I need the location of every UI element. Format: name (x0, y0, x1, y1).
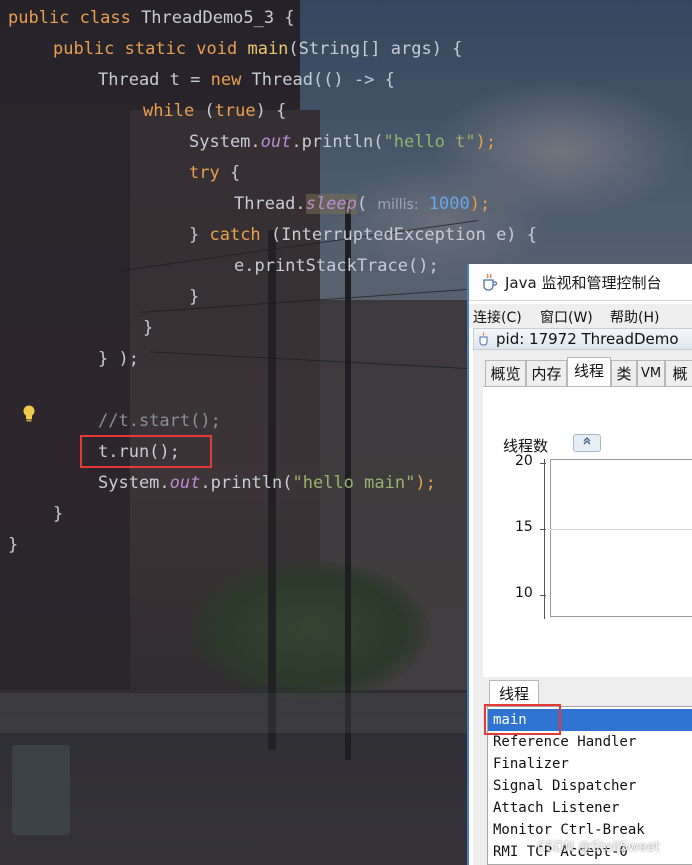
tab-overview[interactable]: 概览 (485, 360, 526, 386)
highlight-box-run-call (80, 435, 212, 468)
code-line-6: try { (189, 163, 241, 183)
y-tick-mark (540, 463, 546, 464)
collapse-chart-button[interactable] (573, 434, 601, 452)
code-line-12: } ); (98, 349, 139, 369)
thread-item[interactable]: Attach Listener (488, 797, 692, 819)
plot-area (550, 459, 692, 617)
y-axis (544, 459, 545, 619)
tab-mbeans[interactable]: 概 (665, 360, 692, 386)
menu-help[interactable]: 帮助(H) (610, 307, 659, 327)
y-tick-mark (540, 595, 546, 596)
window-titlebar[interactable]: Java 监视和管理控制台 (469, 264, 692, 301)
threads-list-tab[interactable]: 线程 (489, 680, 539, 706)
parameter-hint: millis: (377, 197, 419, 213)
highlight-box-main-thread (484, 704, 561, 735)
window-title: Java 监视和管理控制台 (505, 274, 662, 292)
code-line-10: } (189, 287, 200, 307)
code-line-13: //t.start(); (98, 411, 221, 431)
java-cup-icon (479, 332, 488, 346)
code-line-15: System.out.println("hello main"); (98, 473, 436, 493)
code-line-11: } (143, 318, 154, 338)
chevron-up-icon (583, 437, 591, 445)
code-line-1: public class ThreadDemo5_3 { (8, 8, 295, 28)
code-line-8: } catch (InterruptedException e) { (189, 225, 538, 245)
tab-vm-summary[interactable]: VM (637, 360, 665, 386)
y-tick-label: 20 (515, 453, 533, 469)
watermark: CSDN @StoilSweet (537, 840, 660, 855)
code-line-16: } (53, 504, 64, 524)
thread-item[interactable]: Signal Dispatcher (488, 775, 692, 797)
java-cup-icon (483, 273, 497, 291)
thread-count-chart: 20 15 10 (493, 453, 692, 669)
connection-frame-title[interactable]: pid: 17972 ThreadDemo (473, 328, 692, 350)
menu-window[interactable]: 窗口(W) (540, 307, 593, 327)
code-line-7: Thread.sleep( millis: 1000); (234, 194, 491, 214)
thread-item[interactable]: Finalizer (488, 753, 692, 775)
menu-connection[interactable]: 连接(C) (473, 307, 522, 327)
code-line-3: Thread t = new Thread(() -> { (98, 70, 395, 90)
code-line-4: while (true) { (143, 101, 287, 121)
y-tick-mark (540, 529, 546, 530)
jconsole-window[interactable]: Java 监视和管理控制台 连接(C) 窗口(W) 帮助(H) pid: 179… (467, 264, 692, 865)
y-tick-label: 15 (515, 519, 533, 535)
thread-item[interactable]: Monitor Ctrl-Break (488, 819, 692, 841)
y-tick-label: 10 (515, 585, 533, 601)
threads-tab-content: 线程数 20 15 10 (483, 386, 692, 677)
tab-memory[interactable]: 内存 (526, 360, 567, 386)
lightbulb-icon[interactable] (22, 405, 36, 423)
code-line-9: e.printStackTrace(); (234, 256, 439, 276)
code-line-2: public static void main(String[] args) { (53, 39, 463, 59)
menu-bar: 连接(C) 窗口(W) 帮助(H) (469, 304, 692, 328)
grid-line (550, 529, 692, 530)
code-line-17: } (8, 535, 19, 555)
code-line-5: System.out.println("hello t"); (189, 132, 497, 152)
tab-classes[interactable]: 类 (611, 360, 637, 386)
tab-threads[interactable]: 线程 (567, 357, 611, 386)
